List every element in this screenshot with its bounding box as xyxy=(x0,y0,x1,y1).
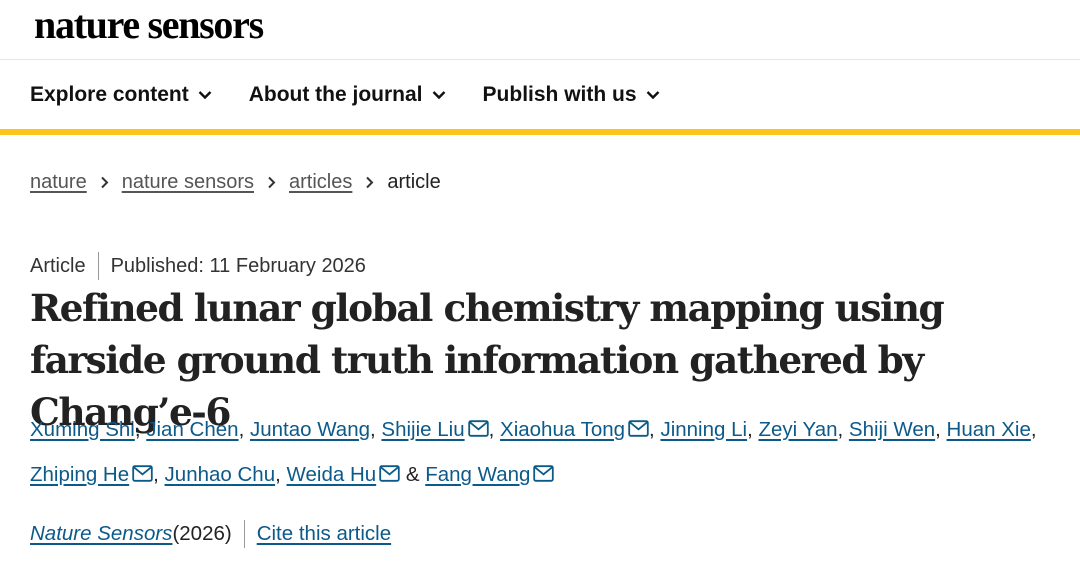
nav-explore-content[interactable]: Explore content xyxy=(30,83,212,107)
breadcrumb-link-nature-sensors[interactable]: nature sensors xyxy=(122,171,254,194)
breadcrumb-current: article xyxy=(387,171,441,193)
breadcrumb-link-nature[interactable]: nature xyxy=(30,171,87,194)
main-nav: Explore content About the journal Publis… xyxy=(0,60,1080,135)
divider xyxy=(243,520,245,548)
chevron-down-icon xyxy=(432,90,446,100)
mail-icon[interactable] xyxy=(467,409,489,453)
chevron-right-icon xyxy=(100,176,109,189)
cite-this-article-link[interactable]: Cite this article xyxy=(257,522,391,546)
article-type: Article xyxy=(30,254,86,277)
mail-icon[interactable] xyxy=(628,409,649,453)
article-meta: Article Published: 11 February 2026 xyxy=(30,252,366,280)
journal-link[interactable]: Nature Sensors xyxy=(30,522,172,546)
mail-icon[interactable] xyxy=(379,454,400,498)
author-link[interactable]: Jian Chen xyxy=(146,418,238,441)
mail-icon[interactable] xyxy=(132,454,153,498)
breadcrumb-link-articles[interactable]: articles xyxy=(289,171,352,194)
author-link[interactable]: Zhiping He xyxy=(30,463,129,486)
chevron-right-icon xyxy=(365,176,374,189)
author-link[interactable]: Xiaohua Tong xyxy=(500,418,625,441)
author-link[interactable]: Huan Xie xyxy=(947,418,1031,441)
mail-icon[interactable] xyxy=(533,454,555,498)
author-link[interactable]: Shijie Liu xyxy=(381,418,464,441)
divider xyxy=(97,252,99,280)
nav-publish-with-us[interactable]: Publish with us xyxy=(483,83,660,107)
journal-name: Nature Sensors xyxy=(30,522,173,545)
publish-date: Published: 11 February 2026 xyxy=(110,254,366,277)
nav-item-label: Explore content xyxy=(30,82,189,106)
chevron-down-icon xyxy=(646,90,660,100)
nav-item-label: About the journal xyxy=(248,82,423,106)
site-logo[interactable]: nature sensors xyxy=(34,5,264,45)
author-link[interactable]: Junhao Chu xyxy=(165,463,276,486)
publication-year: (2026) xyxy=(172,522,232,545)
nav-item-label: Publish with us xyxy=(482,82,637,106)
chevron-down-icon xyxy=(198,90,212,100)
author-list: Xuming Shi, Jian Chen, Juntao Wang, Shij… xyxy=(30,408,1070,498)
author-link[interactable]: Shiji Wen xyxy=(849,418,935,441)
author-link[interactable]: Xuming Shi xyxy=(30,418,135,441)
breadcrumb: nature nature sensors articles article xyxy=(30,171,441,194)
site-header: nature sensors xyxy=(0,0,1080,60)
author-link[interactable]: Jinning Li xyxy=(660,418,747,441)
author-link[interactable]: Zeyi Yan xyxy=(758,418,837,441)
chevron-right-icon xyxy=(267,176,276,189)
author-link[interactable]: Weida Hu xyxy=(287,463,377,486)
citation-line: Nature Sensors (2026) Cite this article xyxy=(30,520,391,548)
nav-about-the-journal[interactable]: About the journal xyxy=(249,83,446,107)
author-link[interactable]: Juntao Wang xyxy=(250,418,370,441)
author-link[interactable]: Fang Wang xyxy=(425,463,530,486)
